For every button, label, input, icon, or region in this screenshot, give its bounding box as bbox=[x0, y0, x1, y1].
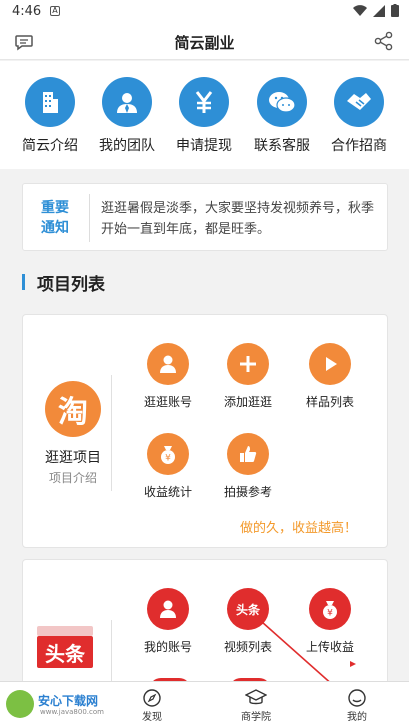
quick-action-label: 简云介绍 bbox=[22, 138, 78, 154]
page-title: 简云副业 bbox=[174, 34, 235, 52]
grid-item-label: 我的账号 bbox=[143, 640, 192, 654]
tab-mine[interactable]: 我的 bbox=[327, 688, 387, 723]
toutiao-logo-shadow bbox=[37, 626, 93, 636]
project-card-guangguang: 淘 逛逛项目 项目介绍 逛逛账号 添加逛逛 样品列表 ¥ 收益统计 拍摄参考 做… bbox=[22, 314, 388, 548]
money-bag-icon: ¥ bbox=[147, 433, 189, 475]
project-divider bbox=[111, 620, 112, 681]
status-icons bbox=[353, 4, 399, 17]
project-card-toutiao: 头条 我的账号 头条 视频列表 ¥ 上传收益 bbox=[22, 559, 388, 681]
grid-item-my-account[interactable]: 我的账号 bbox=[128, 588, 208, 655]
user-icon bbox=[147, 343, 189, 385]
grid-item-label: 视频列表 bbox=[223, 640, 272, 654]
slogan-text: 做的久，收益越高！ bbox=[239, 521, 357, 536]
quick-action-support[interactable]: 联系客服 bbox=[243, 77, 321, 155]
quick-actions: 简云介绍 我的团队 申请提现 联系客服 合作招商 bbox=[0, 61, 409, 169]
toutiao-logo[interactable]: 头条 bbox=[37, 636, 93, 668]
section-title-bar bbox=[22, 274, 25, 290]
notification-icon: A bbox=[50, 6, 60, 16]
tab-label: 商学院 bbox=[241, 712, 271, 723]
tab-discover[interactable]: 发现 bbox=[122, 688, 182, 723]
app-bar: 简云副业 bbox=[0, 24, 409, 60]
handshake-icon bbox=[334, 77, 384, 127]
tab-business-school[interactable]: 商学院 bbox=[226, 688, 286, 723]
grid-item-upload-earnings[interactable]: ¥ 上传收益 bbox=[290, 588, 370, 655]
building-icon bbox=[25, 77, 75, 127]
grid-item-label: 逛逛账号 bbox=[143, 395, 192, 409]
quick-action-label: 联系客服 bbox=[254, 138, 310, 154]
grid-item-label: 收益统计 bbox=[143, 485, 192, 499]
plus-icon bbox=[227, 343, 269, 385]
svg-text:¥: ¥ bbox=[327, 609, 333, 619]
grid-item-add[interactable]: 添加逛逛 bbox=[208, 343, 288, 410]
compass-icon bbox=[122, 688, 182, 708]
wifi-icon bbox=[353, 4, 367, 16]
team-icon bbox=[102, 77, 152, 127]
play-icon bbox=[309, 343, 351, 385]
grid-item-label: 上传收益 bbox=[305, 640, 354, 654]
grid-item-label: 添加逛逛 bbox=[223, 395, 272, 409]
notice-tag: 重要 通知 bbox=[35, 198, 75, 238]
grid-item-label: 样品列表 bbox=[305, 395, 354, 409]
thumbs-up-icon bbox=[227, 433, 269, 475]
status-time: 4:46 bbox=[12, 4, 42, 19]
watermark-url: www.java800.com bbox=[40, 708, 104, 716]
notice-text: 逛逛暑假是淡季，大家要坚持发视频养号，秋季开始一直到年底，都是旺季。 bbox=[101, 201, 375, 237]
svg-text:¥: ¥ bbox=[165, 454, 171, 464]
notice-tag-line1: 重要 bbox=[41, 200, 69, 216]
project-divider bbox=[111, 375, 112, 491]
taobao-logo: 淘 bbox=[45, 381, 101, 437]
section-title-text: 项目列表 bbox=[37, 274, 105, 295]
grid-item-video-list[interactable]: 头条 视频列表 bbox=[208, 588, 288, 655]
quick-action-label: 申请提现 bbox=[176, 138, 232, 154]
project-intro-link[interactable]: 项目介绍 bbox=[33, 469, 113, 486]
wechat-icon bbox=[257, 77, 307, 127]
quick-action-intro[interactable]: 简云介绍 bbox=[11, 77, 89, 155]
important-notice[interactable]: 重要 通知 逛逛暑假是淡季，大家要坚持发视频养号，秋季开始一直到年底，都是旺季。 bbox=[22, 183, 388, 251]
grid-item-samples[interactable]: 样品列表 bbox=[290, 343, 370, 410]
notice-divider bbox=[89, 194, 90, 242]
section-title: 项目列表 bbox=[22, 271, 105, 295]
status-bar: 4:46 A bbox=[0, 0, 409, 24]
toutiao-icon: 头条 bbox=[227, 588, 269, 630]
grid-item-account[interactable]: 逛逛账号 bbox=[128, 343, 208, 410]
grid-item-earnings[interactable]: ¥ 收益统计 bbox=[128, 433, 208, 500]
quick-action-withdraw[interactable]: 申请提现 bbox=[165, 77, 243, 155]
share-icon[interactable] bbox=[373, 30, 395, 56]
graduation-cap-icon bbox=[226, 688, 286, 708]
grid-item-label: 拍摄参考 bbox=[223, 485, 272, 499]
grid-item-reference[interactable]: 拍摄参考 bbox=[208, 433, 288, 500]
watermark: 安心下载网 www.java800.com bbox=[4, 684, 108, 724]
watermark-logo bbox=[6, 690, 34, 718]
yen-icon bbox=[179, 77, 229, 127]
notice-tag-line2: 通知 bbox=[41, 220, 69, 236]
watermark-brand: 安心下载网 bbox=[38, 694, 99, 708]
signal-icon bbox=[373, 4, 385, 17]
project-info[interactable]: 淘 逛逛项目 项目介绍 bbox=[33, 381, 113, 486]
quick-action-label: 我的团队 bbox=[99, 138, 155, 154]
quick-action-partner[interactable]: 合作招商 bbox=[320, 77, 398, 155]
tab-label: 发现 bbox=[142, 712, 162, 723]
tab-label: 我的 bbox=[347, 712, 367, 723]
quick-action-label: 合作招商 bbox=[331, 138, 387, 154]
battery-icon bbox=[391, 4, 399, 17]
project-name: 逛逛项目 bbox=[45, 450, 101, 466]
main-content[interactable]: 简云介绍 我的团队 申请提现 联系客服 合作招商 重要 通知 逛逛暑假是淡季，大… bbox=[0, 61, 409, 681]
chat-icon bbox=[327, 688, 387, 708]
toutiao-icon-text: 头条 bbox=[235, 602, 260, 617]
quick-action-team[interactable]: 我的团队 bbox=[88, 77, 166, 155]
money-bag-icon: ¥ bbox=[309, 588, 351, 630]
user-icon bbox=[147, 588, 189, 630]
